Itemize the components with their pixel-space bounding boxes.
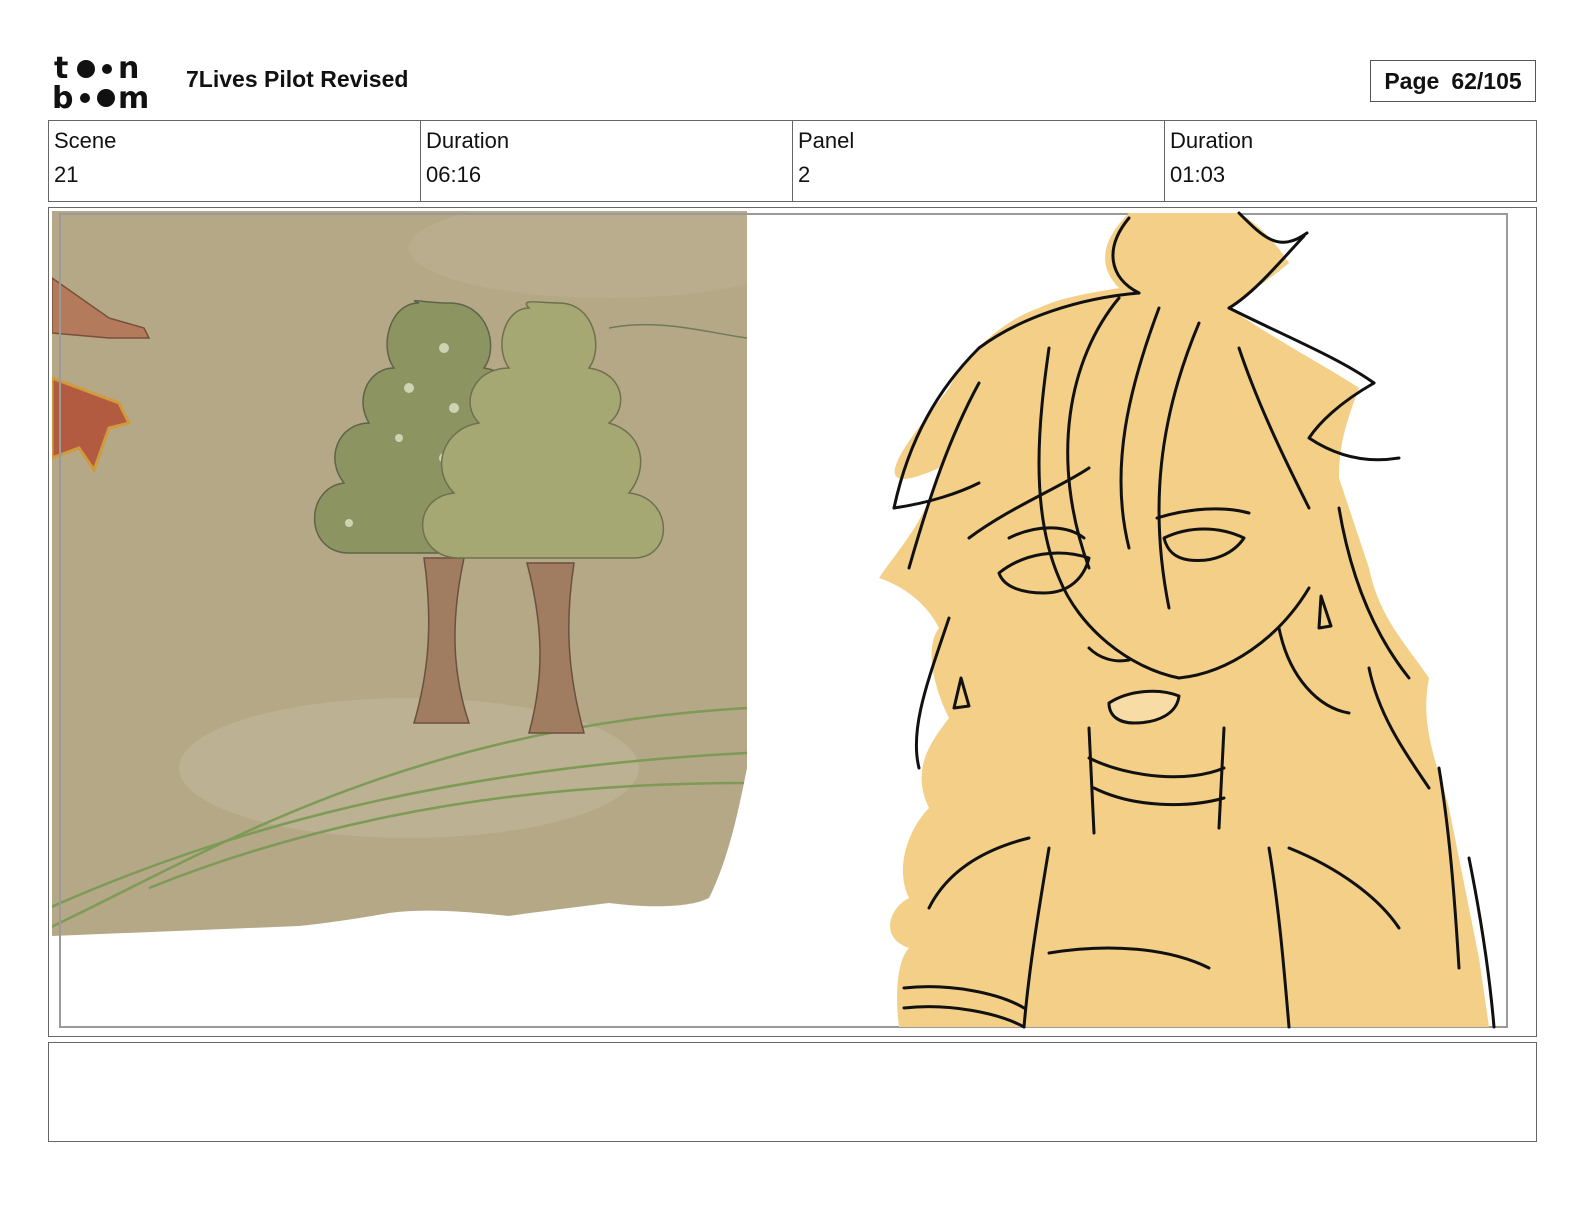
svg-text:b: b xyxy=(52,81,73,112)
panel-cell: Panel 2 xyxy=(793,121,1165,201)
svg-text:m: m xyxy=(118,81,149,112)
panel-notes-box xyxy=(48,1042,1537,1142)
panel-value: 2 xyxy=(798,162,811,187)
scene-duration-value: 06:16 xyxy=(426,162,482,187)
scene-duration-label: Duration xyxy=(426,128,510,153)
background-illustration xyxy=(52,211,747,936)
scene-info-table: Scene 21 Duration 06:16 Panel 2 Duration… xyxy=(48,120,1537,202)
page-label: Page xyxy=(1384,67,1440,94)
scene-duration-cell: Duration 06:16 xyxy=(421,121,793,201)
scene-value: 21 xyxy=(54,162,79,187)
page-number: 62/105 xyxy=(1451,67,1522,94)
document-title: 7Lives Pilot Revised xyxy=(186,66,409,92)
scene-label: Scene xyxy=(54,128,117,153)
scene-cell: Scene 21 xyxy=(49,121,421,201)
panel-duration-cell: Duration 01:03 xyxy=(1165,121,1536,201)
page-indicator: Page 62/105 xyxy=(1370,60,1536,102)
panel-label: Panel xyxy=(798,128,855,153)
character-hair-fill xyxy=(879,213,1489,1027)
panel-duration-value: 01:03 xyxy=(1170,162,1226,187)
panel-duration-label: Duration xyxy=(1170,128,1254,153)
character-sketch xyxy=(879,211,1496,1029)
storyboard-panel xyxy=(48,207,1537,1037)
panel-artwork xyxy=(52,211,1508,1029)
toon-boom-logo: t n b m xyxy=(52,52,149,112)
